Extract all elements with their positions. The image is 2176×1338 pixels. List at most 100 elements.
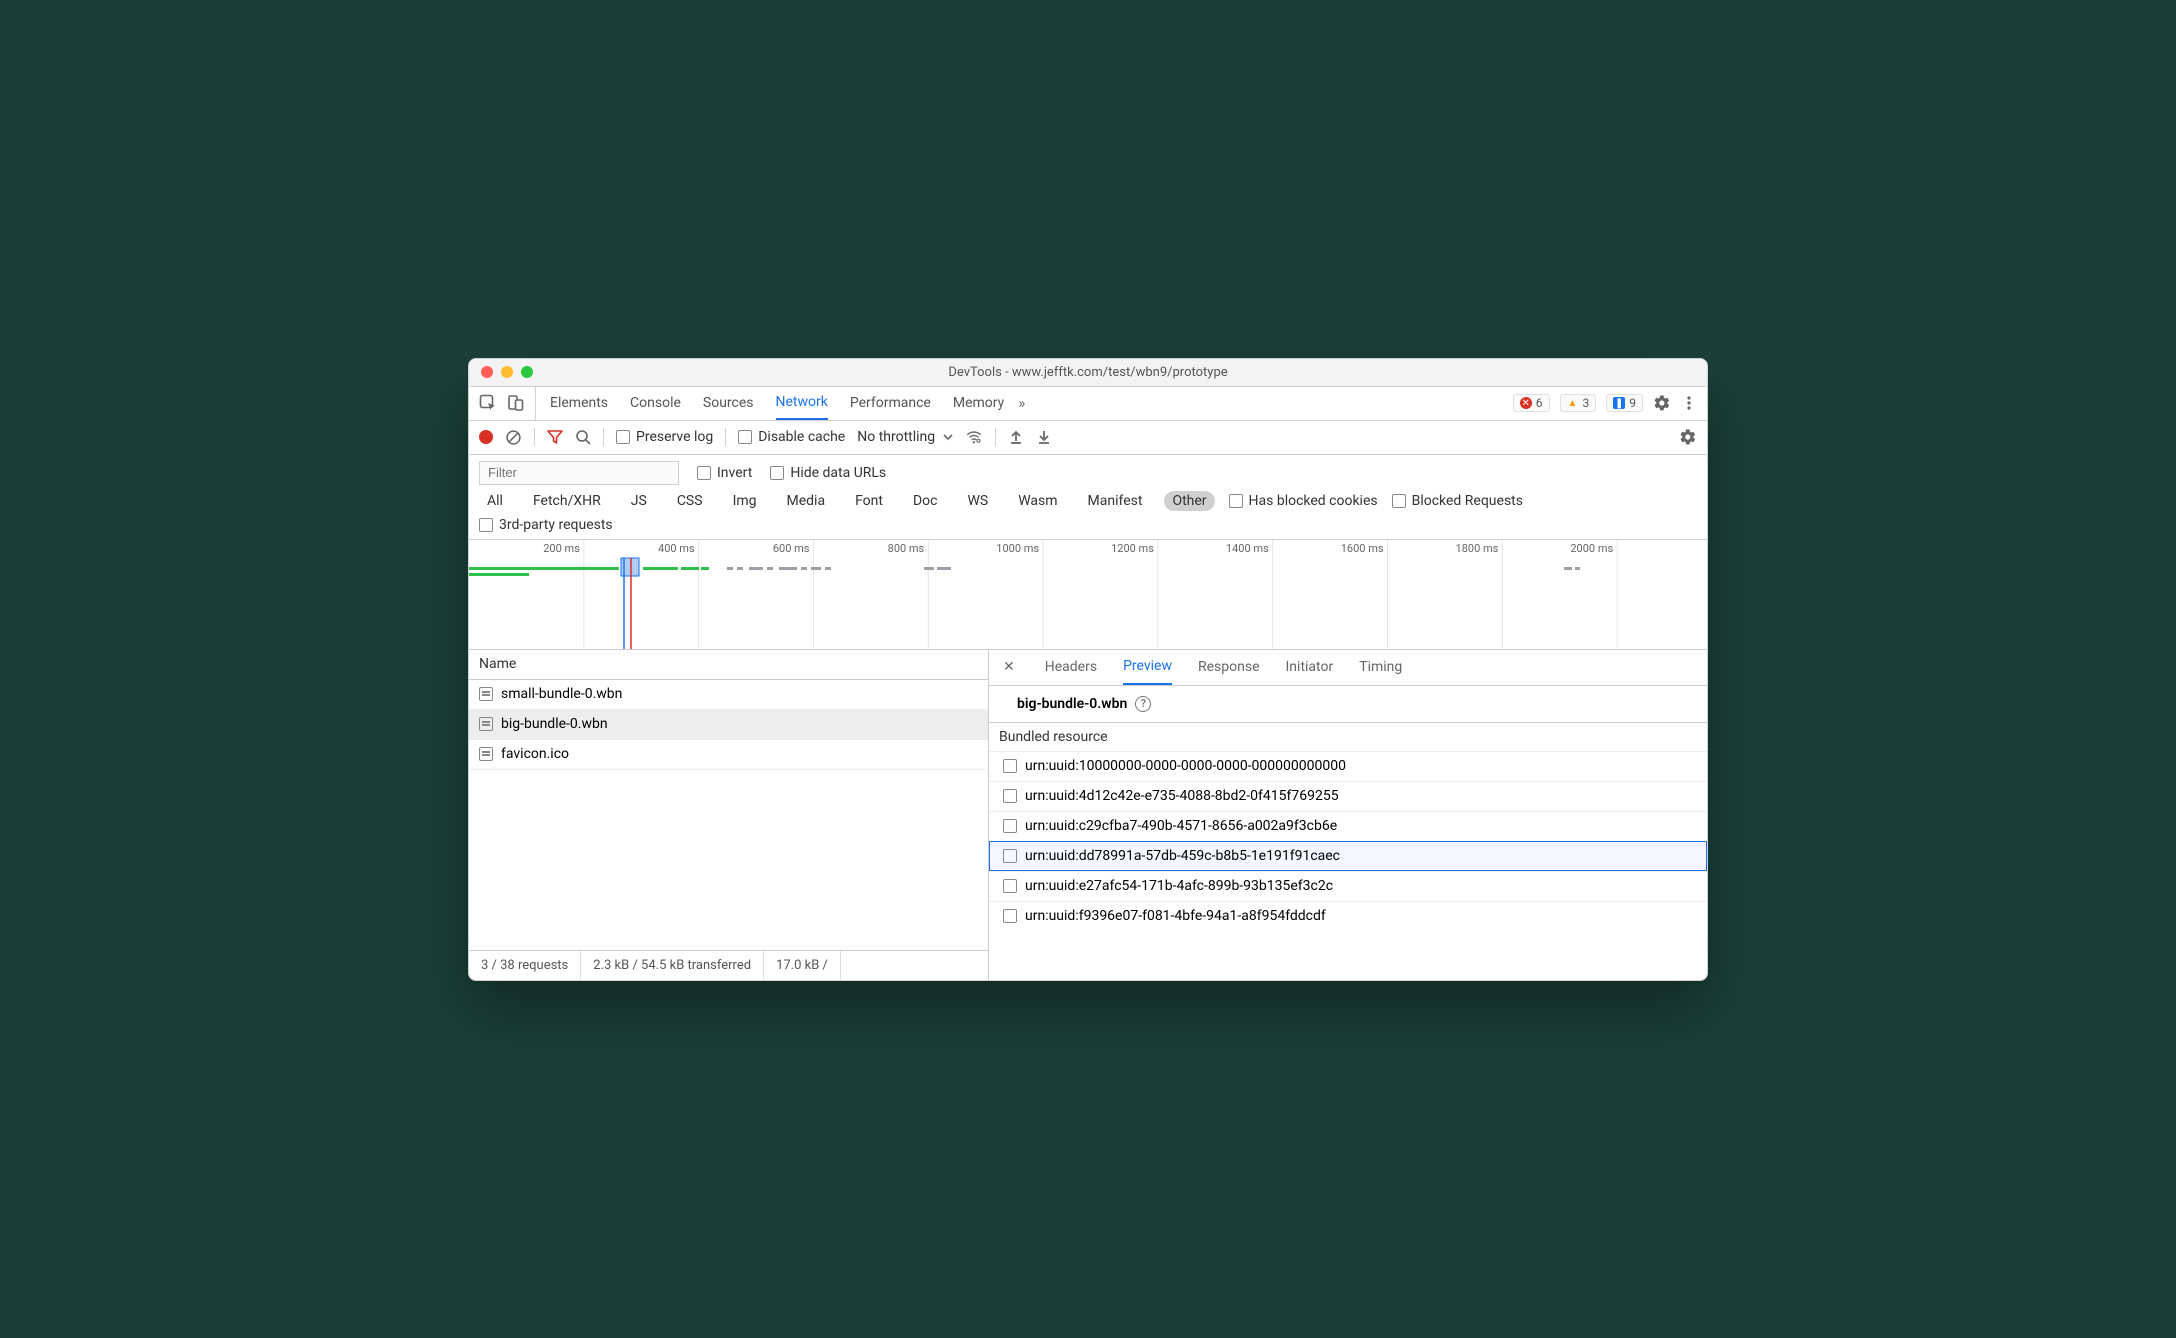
file-icon [479,717,493,731]
file-icon [1003,789,1017,803]
network-conditions-icon[interactable] [965,428,983,446]
bundled-resource-row[interactable]: urn:uuid:4d12c42e-e735-4088-8bd2-0f415f7… [989,781,1707,811]
device-toolbar-icon[interactable] [507,394,525,412]
third-party-checkbox[interactable]: 3rd-party requests [479,517,613,533]
file-icon [1003,879,1017,893]
type-filter-all[interactable]: All [479,491,511,511]
chevron-down-icon [943,432,953,442]
search-icon[interactable] [575,429,591,445]
timeline-tick: 1800 ms [1456,542,1503,555]
request-name: small-bundle-0.wbn [501,686,622,702]
type-filter-ws[interactable]: WS [959,491,996,511]
bundled-resource-row[interactable]: urn:uuid:c29cfba7-490b-4571-8656-a002a9f… [989,811,1707,841]
inspect-element-icon[interactable] [479,394,497,412]
filter-bar: Invert Hide data URLs All Fetch/XHR JS CSS I… [469,455,1707,540]
panel-tab-sources[interactable]: Sources [703,387,754,420]
timeline-tick: 800 ms [888,542,929,555]
file-icon [479,687,493,701]
type-filter-fetchxhr[interactable]: Fetch/XHR [525,491,609,511]
throttling-select[interactable]: No throttling [857,429,953,445]
column-header-name[interactable]: Name [469,650,988,680]
download-har-icon[interactable] [1036,429,1052,445]
detail-tab-initiator[interactable]: Initiator [1286,650,1334,685]
request-list-pane: Name small-bundle-0.wbn big-bundle-0.wbn f… [469,650,989,980]
file-icon [1003,849,1017,863]
timeline-tick: 200 ms [543,542,584,555]
type-filter-js[interactable]: JS [623,491,655,511]
message-count-badge[interactable]: ❚9 [1606,394,1643,412]
timeline-tick: 1200 ms [1111,542,1158,555]
disable-cache-checkbox[interactable]: Disable cache [738,429,845,445]
error-count-badge[interactable]: ✕6 [1513,394,1550,412]
bundled-resource-row[interactable]: urn:uuid:dd78991a-57db-459c-b8b5-1e191f9… [989,841,1707,871]
timeline-tick: 1600 ms [1341,542,1388,555]
detail-tab-response[interactable]: Response [1198,650,1260,685]
preview-filename: big-bundle-0.wbn [1017,696,1127,712]
status-transferred: 2.3 kB / 54.5 kB transferred [581,951,764,980]
timeline-tick: 2000 ms [1570,542,1617,555]
bundled-resource-row[interactable]: urn:uuid:10000000-0000-0000-0000-0000000… [989,751,1707,781]
panel-tab-performance[interactable]: Performance [850,387,931,420]
panel-tab-memory[interactable]: Memory [953,387,1004,420]
type-filter-other[interactable]: Other [1164,491,1214,511]
detail-tab-preview[interactable]: Preview [1123,650,1172,685]
resource-urn: urn:uuid:4d12c42e-e735-4088-8bd2-0f415f7… [1025,788,1339,804]
has-blocked-cookies-checkbox[interactable]: Has blocked cookies [1229,493,1378,509]
panel-tab-network[interactable]: Network [776,387,828,420]
request-row[interactable]: small-bundle-0.wbn [469,680,988,710]
more-panels-icon[interactable]: » [1018,394,1025,412]
warning-count-badge[interactable]: ▲3 [1560,394,1597,412]
devtools-window: DevTools - www.jefftk.com/test/wbn9/prot… [468,358,1708,981]
timeline-tick: 400 ms [658,542,699,555]
detail-tab-headers[interactable]: Headers [1045,650,1097,685]
blocked-requests-checkbox[interactable]: Blocked Requests [1392,493,1523,509]
file-icon [1003,909,1017,923]
titlebar: DevTools - www.jefftk.com/test/wbn9/prot… [469,359,1707,387]
window-title: DevTools - www.jefftk.com/test/wbn9/prot… [469,365,1707,380]
resource-urn: urn:uuid:f9396e07-f081-4bfe-94a1-a8f954f… [1025,908,1326,924]
bundled-resource-row[interactable]: urn:uuid:e27afc54-171b-4afc-899b-93b135e… [989,871,1707,901]
help-icon[interactable]: ? [1135,696,1151,712]
network-toolbar: Preserve log Disable cache No throttling [469,421,1707,455]
resource-urn: urn:uuid:c29cfba7-490b-4571-8656-a002a9f… [1025,818,1337,834]
file-icon [1003,819,1017,833]
type-filter-doc[interactable]: Doc [905,491,946,511]
type-filter-font[interactable]: Font [847,491,891,511]
type-filter-media[interactable]: Media [779,491,834,511]
network-settings-gear-icon[interactable] [1679,428,1697,446]
bundled-resource-label: Bundled resource [989,723,1707,751]
status-size: 17.0 kB / [764,951,841,980]
filter-input[interactable] [479,461,679,485]
type-filter-img[interactable]: Img [725,491,765,511]
split-pane: Name small-bundle-0.wbn big-bundle-0.wbn f… [469,650,1707,980]
hide-data-urls-checkbox[interactable]: Hide data URLs [770,465,886,481]
detail-pane: ✕ HeadersPreviewResponseInitiatorTiming … [989,650,1707,980]
type-filter-manifest[interactable]: Manifest [1080,491,1151,511]
settings-gear-icon[interactable] [1653,394,1671,412]
resource-urn: urn:uuid:dd78991a-57db-459c-b8b5-1e191f9… [1025,848,1340,864]
panel-tabstrip: Elements Console Sources Network Performance… [469,387,1707,421]
bundled-resource-row[interactable]: urn:uuid:f9396e07-f081-4bfe-94a1-a8f954f… [989,901,1707,931]
detail-tabstrip: ✕ Headers Preview Response Initiator Timing [989,650,1707,686]
filter-toggle-icon[interactable] [547,429,563,445]
more-options-icon[interactable] [1681,395,1697,411]
resource-urn: urn:uuid:e27afc54-171b-4afc-899b-93b135e… [1025,878,1333,894]
upload-har-icon[interactable] [1008,429,1024,445]
resource-urn: urn:uuid:10000000-0000-0000-0000-0000000… [1025,758,1346,774]
panel-tab-console[interactable]: Console [630,387,681,420]
close-detail-icon[interactable]: ✕ [1003,659,1015,675]
record-button[interactable] [479,430,493,444]
type-filter-wasm[interactable]: Wasm [1010,491,1065,511]
invert-checkbox[interactable]: Invert [697,465,752,481]
timeline-tick: 600 ms [773,542,814,555]
detail-tab-timing[interactable]: Timing [1359,650,1402,685]
request-name: favicon.ico [501,746,569,762]
panel-tab-elements[interactable]: Elements [550,387,608,420]
preview-header: big-bundle-0.wbn ? [989,686,1707,723]
type-filter-css[interactable]: CSS [669,491,711,511]
timeline-overview[interactable]: 200 ms400 ms600 ms800 ms1000 ms1200 ms14… [469,540,1707,650]
request-row[interactable]: big-bundle-0.wbn [469,710,988,740]
preserve-log-checkbox[interactable]: Preserve log [616,429,713,445]
clear-button[interactable] [505,429,522,446]
request-row[interactable]: favicon.ico [469,740,988,770]
